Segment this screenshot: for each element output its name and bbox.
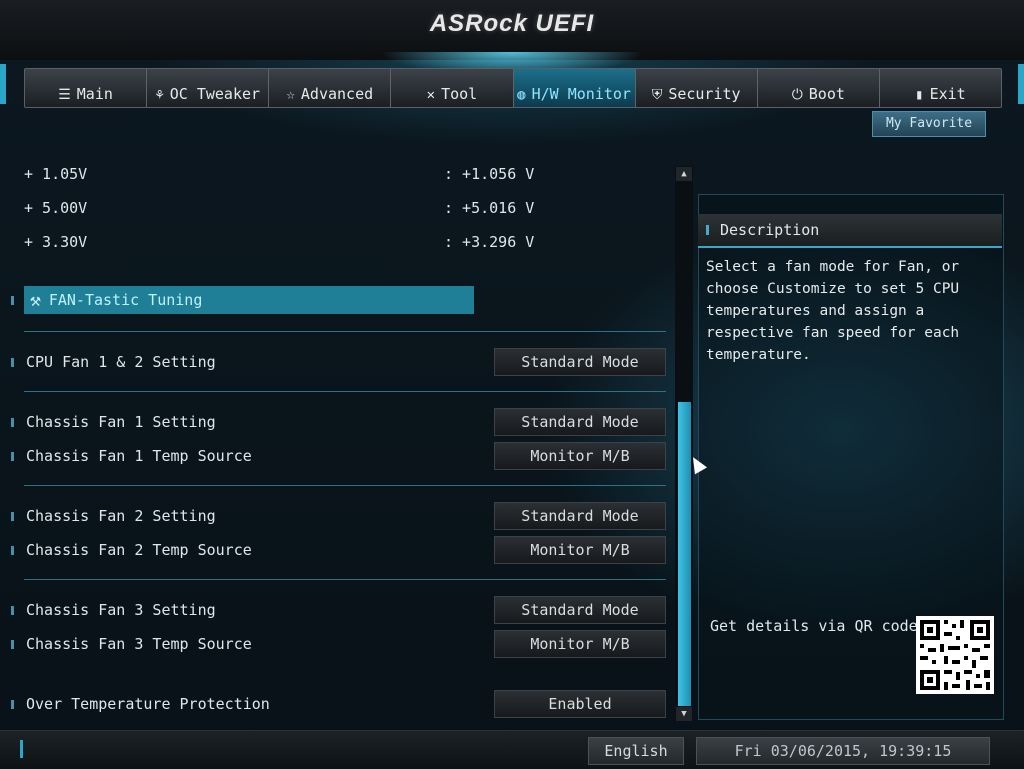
tab-main[interactable]: ☰ Main [25,69,148,107]
row-marker [11,700,14,709]
wrench-icon: ⚒ [30,289,41,311]
row-marker [11,358,14,367]
tab-label: Boot [808,85,845,103]
divider [24,579,666,580]
tab-label: Advanced [300,85,374,103]
header: ASRock UEFI [0,0,1024,60]
star-icon: ☆ [286,87,295,103]
chassis-fan-1-mode-select[interactable]: Standard Mode [494,408,666,436]
voltage-label: + 5.00V [24,199,88,217]
divider [24,391,666,392]
qr-label: Get details via QR code [710,617,918,635]
my-favorite-button[interactable]: My Favorite [872,111,986,137]
tab-label: H/W Monitor [531,85,631,103]
tab-hw-monitor[interactable]: ◍ H/W Monitor [513,69,636,107]
tab-boot[interactable]: ⏻ Boot [758,69,880,107]
fan-tastic-tuning-item[interactable]: ⚒ FAN-Tastic Tuning [24,286,474,314]
datetime-display: Fri 03/06/2015, 19:39:15 [696,737,990,765]
nav-edge-left [0,64,6,104]
setting-label: CPU Fan 1 & 2 Setting [26,353,216,371]
divider [24,331,666,332]
setting-label: Chassis Fan 3 Setting [26,601,216,619]
description-title: Description [720,221,820,239]
setting-label: Chassis Fan 3 Temp Source [26,635,252,653]
voltage-value: : +1.056 V [444,165,535,183]
chassis-fan-1-source-select[interactable]: Monitor M/B [494,442,666,470]
voltage-label: + 1.05V [24,165,88,183]
voltage-row: + 3.30V : +3.296 V [0,227,670,257]
row-marker [11,452,14,461]
tab-label: Tool [441,85,478,103]
language-button[interactable]: English [588,737,684,765]
section-title: FAN-Tastic Tuning [48,291,203,309]
row-marker [11,546,14,555]
tab-oc-tweaker[interactable]: ⚘ OC Tweaker [147,69,270,107]
scrollbar-thumb[interactable] [678,402,691,706]
tab-security[interactable]: ⛨ Security [636,69,758,107]
shield-icon: ⛨ [651,87,663,103]
setting-label: Chassis Fan 2 Setting [26,507,216,525]
status-marker [20,740,23,758]
power-icon: ⏻ [791,87,803,103]
nav-edge-right [1018,64,1024,104]
voltage-value: : +3.296 V [444,233,535,251]
divider [24,485,666,486]
exit-icon: ▮ [915,87,924,103]
scroll-down-arrow-icon[interactable]: ▼ [676,707,692,721]
tab-label: Security [668,85,741,103]
row-marker [11,296,14,305]
brand-logo: ASRock UEFI [429,10,595,37]
setting-label: Chassis Fan 2 Temp Source [26,541,252,559]
header-marker [706,225,709,235]
description-text: Select a fan mode for Fan, or choose Cus… [706,259,960,363]
monitor-icon: ◍ [517,87,526,103]
over-temp-protection-select[interactable]: Enabled [494,690,666,718]
tab-tool[interactable]: ✕ Tool [391,69,514,107]
row-marker [11,418,14,427]
voltage-value: : +5.016 V [444,199,535,217]
setting-label: Chassis Fan 1 Temp Source [26,447,252,465]
tab-exit[interactable]: ▮ Exit [880,69,1001,107]
row-marker [11,512,14,521]
voltage-row: + 5.00V : +5.016 V [0,193,670,223]
tools-icon: ✕ [426,87,436,103]
main-nav: ☰ Main ⚘ OC Tweaker ☆ Advanced ✕ Tool ◍ … [24,68,1002,108]
list-icon: ☰ [58,87,71,103]
scroll-up-arrow-icon[interactable]: ▲ [676,167,692,181]
qr-code-icon [916,616,994,694]
description-header: Description [698,214,1002,248]
setting-label: Chassis Fan 1 Setting [26,413,216,431]
rocket-icon: ⚘ [155,87,164,103]
chassis-fan-3-mode-select[interactable]: Standard Mode [494,596,666,624]
chassis-fan-3-source-select[interactable]: Monitor M/B [494,630,666,658]
row-marker [11,640,14,649]
row-marker [11,606,14,615]
tab-label: OC Tweaker [169,85,261,103]
setting-label: Over Temperature Protection [26,695,270,713]
chassis-fan-2-mode-select[interactable]: Standard Mode [494,502,666,530]
chassis-fan-2-source-select[interactable]: Monitor M/B [494,536,666,564]
tab-label: Exit [929,85,966,103]
tab-advanced[interactable]: ☆ Advanced [269,69,392,107]
voltage-row: + 1.05V : +1.056 V [0,159,670,189]
tab-label: Main [76,85,113,103]
cpu-fan-mode-select[interactable]: Standard Mode [494,348,666,376]
voltage-label: + 3.30V [24,233,88,251]
